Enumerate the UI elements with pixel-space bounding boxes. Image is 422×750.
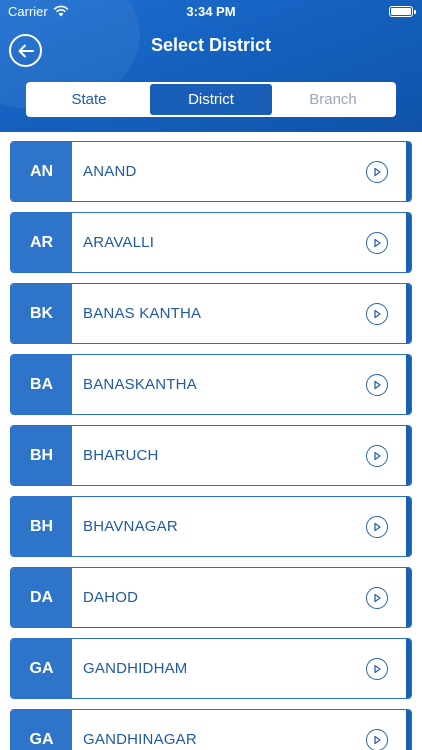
play-icon: [366, 657, 388, 680]
status-time: 3:34 PM: [186, 3, 236, 19]
go-button[interactable]: [366, 497, 411, 556]
go-button[interactable]: [366, 142, 411, 201]
list-item[interactable]: AR ARAVALLI: [10, 212, 412, 273]
go-button[interactable]: [366, 710, 411, 750]
battery-icon: [389, 6, 416, 17]
go-button[interactable]: [366, 568, 411, 627]
district-name: ARAVALLI: [83, 234, 155, 251]
district-name: BANASKANTHA: [83, 376, 197, 393]
list-item[interactable]: BA BANASKANTHA: [10, 354, 412, 415]
district-code-badge: BH: [11, 497, 72, 556]
play-icon: [366, 586, 388, 609]
go-button[interactable]: [366, 426, 411, 485]
go-button[interactable]: [366, 355, 411, 414]
segmented-control: State District Branch: [26, 82, 396, 117]
tab-branch[interactable]: Branch: [272, 84, 394, 115]
district-code-badge: AR: [11, 213, 72, 272]
district-code-badge: BK: [11, 284, 72, 343]
nav-bar: Select District: [0, 22, 422, 74]
list-item[interactable]: AN ANAND: [10, 141, 412, 202]
district-name: BHARUCH: [83, 447, 159, 464]
district-code-badge: DA: [11, 568, 72, 627]
list-item[interactable]: GA GANDHINAGAR: [10, 709, 412, 750]
district-code-badge: BH: [11, 426, 72, 485]
district-name: BANAS KANTHA: [83, 305, 202, 322]
go-button[interactable]: [366, 284, 411, 343]
district-code-badge: GA: [11, 639, 72, 698]
status-bar: Carrier 3:34 PM: [0, 0, 422, 22]
district-list: AN ANAND AR ARAVALLI BK BANAS KANTHA BA …: [0, 132, 422, 750]
list-item[interactable]: GA GANDHIDHAM: [10, 638, 412, 699]
district-name: DAHOD: [83, 589, 139, 606]
play-icon: [366, 515, 388, 538]
play-icon: [366, 160, 388, 183]
list-item[interactable]: BH BHAVNAGAR: [10, 496, 412, 557]
tab-district[interactable]: District: [150, 84, 272, 115]
play-icon: [366, 231, 388, 254]
district-name: GANDHINAGAR: [83, 731, 197, 748]
go-button[interactable]: [366, 639, 411, 698]
list-item[interactable]: DA DAHOD: [10, 567, 412, 628]
play-icon: [366, 373, 388, 396]
play-icon: [366, 444, 388, 467]
play-icon: [366, 728, 388, 750]
list-item[interactable]: BK BANAS KANTHA: [10, 283, 412, 344]
district-code-badge: GA: [11, 710, 72, 750]
district-code-badge: BA: [11, 355, 72, 414]
page-title: Select District: [150, 35, 272, 55]
go-button[interactable]: [366, 213, 411, 272]
tab-state[interactable]: State: [28, 84, 150, 115]
district-name: ANAND: [83, 163, 137, 180]
list-item[interactable]: BH BHARUCH: [10, 425, 412, 486]
play-icon: [366, 302, 388, 325]
district-name: BHAVNAGAR: [83, 518, 178, 535]
district-name: GANDHIDHAM: [83, 660, 188, 677]
header: Carrier 3:34 PM Select District State Di…: [0, 0, 422, 132]
district-code-badge: AN: [11, 142, 72, 201]
